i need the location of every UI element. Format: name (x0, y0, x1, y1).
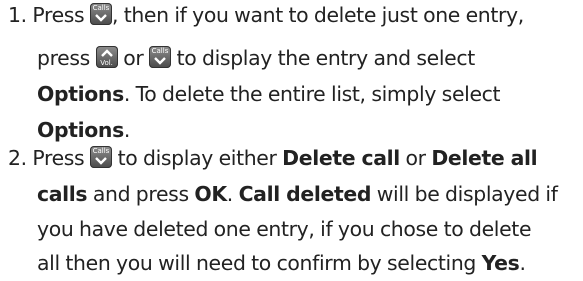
options-term: Options (37, 82, 124, 106)
calls-down-key-icon: Calls (89, 145, 112, 168)
step-1-line-1: 1. Press Calls, then if you want to dele… (8, 2, 524, 27)
step-2-number: 2. (8, 146, 27, 170)
step-2-line-2: calls and press OK. Call deleted will be… (37, 182, 558, 206)
step-2-line-4: all then you will need to confirm by sel… (37, 251, 526, 275)
calls-down-key-icon: Calls (148, 45, 171, 68)
step-1-line-3: Options. To delete the entire list, simp… (37, 82, 501, 106)
vol-up-key-icon: Vol. (95, 45, 118, 68)
step-2-line-1: 2. Press Calls to display either Delete … (8, 145, 538, 170)
options-term: Options (37, 118, 124, 142)
step-2-line-3: you have deleted one entry, if you chose… (37, 217, 532, 241)
step-1-number: 1. (8, 3, 27, 27)
calls-down-key-icon: Calls (89, 2, 112, 25)
yes-term: Yes (481, 251, 520, 275)
instructions-document: 1. Press Calls, then if you want to dele… (0, 0, 583, 281)
step-1-line-2: press Vol. or Calls to display the entry… (37, 45, 475, 70)
